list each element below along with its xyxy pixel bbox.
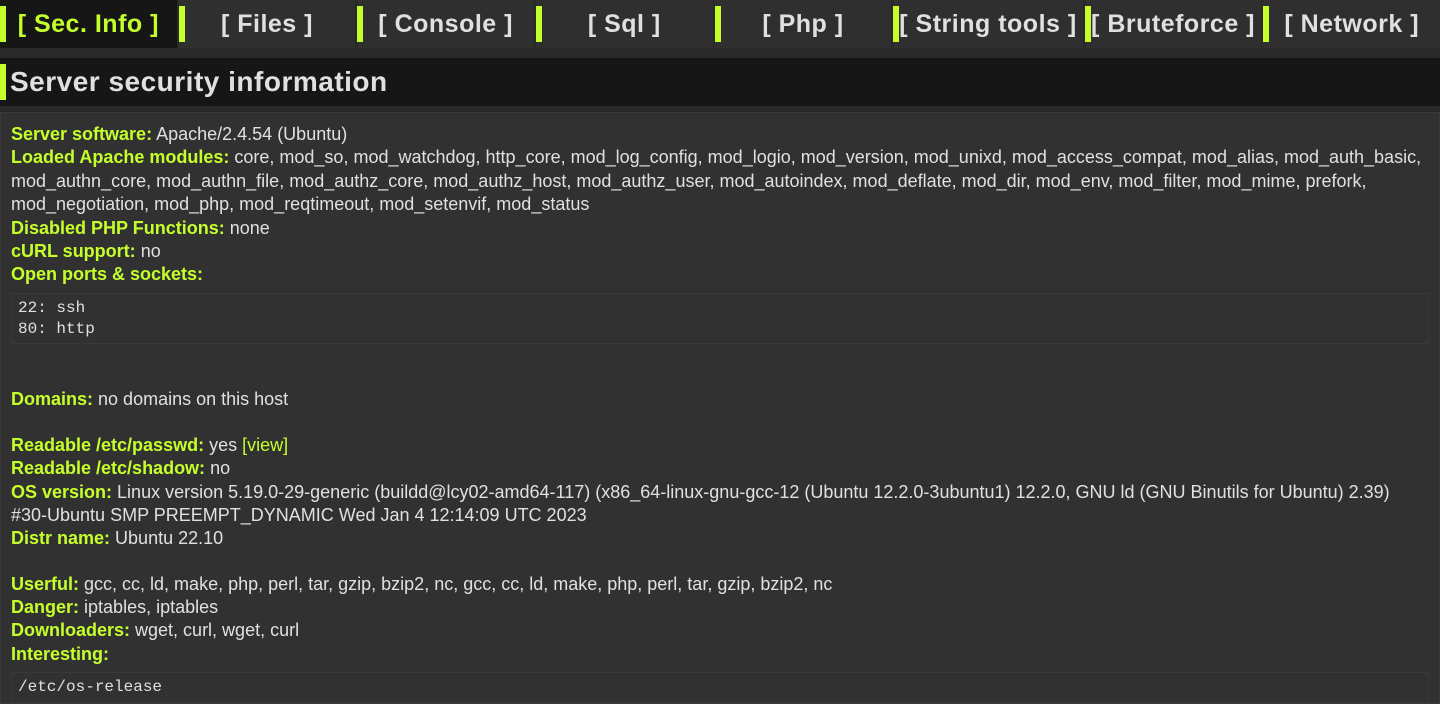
value-distr: Ubuntu 22.10 — [115, 528, 223, 548]
tab-label: [ Console ] — [378, 10, 513, 39]
value-readable-shadow: no — [210, 458, 230, 478]
tab-accent-bar — [715, 6, 721, 42]
label-domains: Domains: — [11, 389, 93, 409]
tab-php[interactable]: [ Php ] — [715, 0, 892, 48]
row-loaded-modules: Loaded Apache modules: core, mod_so, mod… — [11, 146, 1429, 216]
title-accent-bar — [0, 64, 6, 100]
row-downloaders: Downloaders: wget, curl, wget, curl — [11, 619, 1429, 642]
tab-accent-bar — [0, 6, 6, 42]
section-title: Server security information — [0, 58, 1440, 106]
label-disabled-php: Disabled PHP Functions: — [11, 218, 225, 238]
tab-bar: [ Sec. Info ] [ Files ] [ Console ] [ Sq… — [0, 0, 1440, 48]
tab-label: [ String tools ] — [899, 10, 1076, 39]
label-server-software: Server software: — [11, 124, 152, 144]
value-readable-passwd: yes — [209, 435, 242, 455]
tab-accent-bar — [357, 6, 363, 42]
value-userful: gcc, cc, ld, make, php, perl, tar, gzip,… — [84, 574, 832, 594]
value-danger: iptables, iptables — [84, 597, 218, 617]
label-distr: Distr name: — [11, 528, 110, 548]
open-ports-pre: 22: ssh 80: http — [11, 293, 1429, 345]
row-distr: Distr name: Ubuntu 22.10 — [11, 527, 1429, 550]
tab-accent-bar — [536, 6, 542, 42]
tab-accent-bar — [893, 6, 899, 42]
tab-accent-bar — [179, 6, 185, 42]
label-open-ports: Open ports & sockets: — [11, 264, 203, 284]
title-text: Server security information — [10, 66, 388, 98]
label-downloaders: Downloaders: — [11, 620, 130, 640]
tab-label: [ Files ] — [221, 10, 313, 39]
row-curl: cURL support: no — [11, 240, 1429, 263]
tab-accent-bar — [1085, 6, 1091, 42]
tab-label: [ Bruteforce ] — [1091, 10, 1255, 39]
content-panel: Server software: Apache/2.4.54 (Ubuntu) … — [0, 112, 1440, 704]
tab-bruteforce[interactable]: [ Bruteforce ] — [1085, 0, 1262, 48]
tab-label: [ Sql ] — [588, 10, 661, 39]
label-loaded-modules: Loaded Apache modules: — [11, 147, 229, 167]
value-downloaders: wget, curl, wget, curl — [135, 620, 299, 640]
row-danger: Danger: iptables, iptables — [11, 596, 1429, 619]
label-interesting: Interesting: — [11, 644, 109, 664]
label-danger: Danger: — [11, 597, 79, 617]
tab-network[interactable]: [ Network ] — [1263, 0, 1440, 48]
row-readable-shadow: Readable /etc/shadow: no — [11, 457, 1429, 480]
value-domains: no domains on this host — [98, 389, 288, 409]
label-os-version: OS version: — [11, 482, 112, 502]
row-userful: Userful: gcc, cc, ld, make, php, perl, t… — [11, 573, 1429, 596]
value-server-software: Apache/2.4.54 (Ubuntu) — [156, 124, 347, 144]
row-os-version: OS version: Linux version 5.19.0-29-gene… — [11, 481, 1429, 528]
row-readable-passwd: Readable /etc/passwd: yes [view] — [11, 434, 1429, 457]
label-readable-passwd: Readable /etc/passwd: — [11, 435, 204, 455]
row-domains: Domains: no domains on this host — [11, 388, 1429, 411]
tab-accent-bar — [1263, 6, 1269, 42]
tab-sec-info[interactable]: [ Sec. Info ] — [0, 0, 177, 48]
title-wrap: Server security information — [0, 58, 1440, 106]
row-server-software: Server software: Apache/2.4.54 (Ubuntu) — [11, 123, 1429, 146]
value-disabled-php: none — [230, 218, 270, 238]
value-os-version: Linux version 5.19.0-29-generic (buildd@… — [11, 482, 1390, 525]
tab-sql[interactable]: [ Sql ] — [536, 0, 713, 48]
label-curl: cURL support: — [11, 241, 136, 261]
tab-label: [ Network ] — [1284, 10, 1419, 39]
tab-label: [ Sec. Info ] — [18, 10, 159, 39]
tab-label: [ Php ] — [762, 10, 843, 39]
row-open-ports: Open ports & sockets: — [11, 263, 1429, 286]
tab-files[interactable]: [ Files ] — [179, 0, 356, 48]
row-interesting: Interesting: — [11, 643, 1429, 666]
tab-string-tools[interactable]: [ String tools ] — [893, 0, 1082, 48]
value-curl: no — [141, 241, 161, 261]
row-disabled-php: Disabled PHP Functions: none — [11, 217, 1429, 240]
label-userful: Userful: — [11, 574, 79, 594]
tab-console[interactable]: [ Console ] — [357, 0, 534, 48]
view-passwd-link[interactable]: [view] — [242, 435, 288, 455]
label-readable-shadow: Readable /etc/shadow: — [11, 458, 205, 478]
